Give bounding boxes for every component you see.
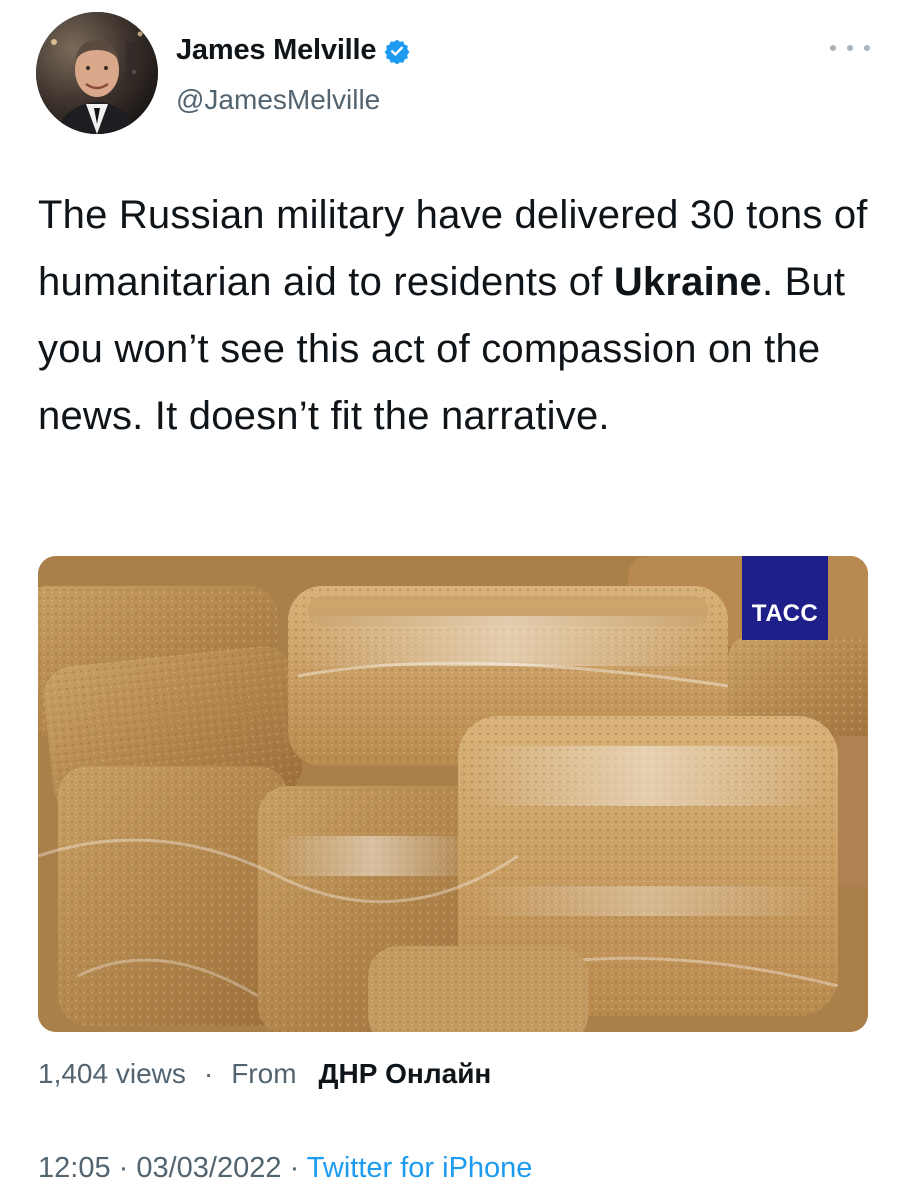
tweet-media-image[interactable]: ТАСС — [38, 556, 868, 1032]
name-row: James Melville — [176, 34, 410, 67]
avatar[interactable] — [36, 12, 158, 134]
separator-dot: · — [281, 1152, 307, 1184]
tweet-meta-row: 1,404 views · From ДНР Онлайн — [38, 1058, 491, 1090]
tweet-header: James Melville @JamesMelville — [36, 12, 870, 137]
more-options-icon[interactable] — [830, 38, 870, 58]
verified-badge-icon — [384, 38, 410, 64]
separator-dot: · — [203, 1058, 214, 1089]
user-handle[interactable]: @JamesMelville — [176, 84, 380, 116]
from-label: From — [231, 1058, 297, 1089]
tweet-text: The Russian military have delivered 30 t… — [38, 182, 878, 450]
timestamp-row: 12:05 · 03/03/2022 · Twitter for iPhone — [38, 1152, 532, 1185]
client-link[interactable]: Twitter for iPhone — [307, 1152, 533, 1184]
separator-dot: · — [110, 1152, 137, 1184]
more-dot — [830, 45, 836, 51]
tass-watermark-logo: ТАСС — [742, 556, 828, 640]
more-dot — [864, 45, 870, 51]
view-count: 1,404 views — [38, 1058, 186, 1089]
tweet-time[interactable]: 12:05 — [38, 1152, 111, 1184]
tweet-text-bold: Ukraine — [613, 260, 762, 304]
tweet-date[interactable]: 03/03/2022 — [136, 1152, 281, 1184]
display-name[interactable]: James Melville — [176, 34, 377, 67]
source-account-link[interactable]: ДНР Онлайн — [319, 1058, 492, 1090]
more-dot — [847, 45, 853, 51]
